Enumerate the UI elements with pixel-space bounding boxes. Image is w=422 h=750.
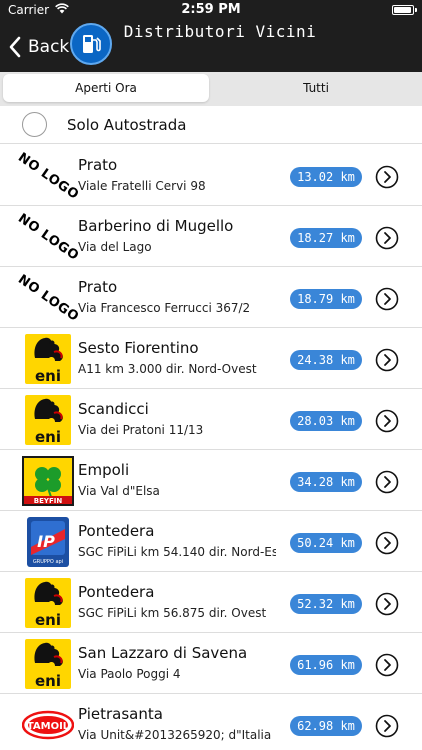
station-city: San Lazzaro di Savena	[78, 644, 248, 662]
station-city: Scandicci	[78, 400, 149, 418]
station-logo: NO LOGO	[15, 272, 81, 325]
no-logo-placeholder: NO LOGO	[14, 149, 82, 203]
station-row[interactable]: NO LOGO Prato Viale Fratelli Cervi 98 13.02…	[0, 146, 422, 206]
fuel-pump-icon	[70, 23, 112, 65]
svg-text:TAMOIL: TAMOIL	[27, 721, 70, 732]
station-row[interactable]: eni Pontedera SGC FiPiLi km 56.875 dir. Ov…	[0, 573, 422, 633]
eni-wordmark: eni	[35, 367, 61, 384]
chevron-right-circle-icon[interactable]	[375, 165, 399, 189]
station-row[interactable]: IP GRUPPO api Pontedera SGC FiPiLi km 54.14…	[0, 512, 422, 572]
distance-badge: 62.98 km	[290, 716, 362, 736]
station-logo: TAMOIL	[21, 699, 75, 750]
distance-badge: 50.24 km	[290, 533, 362, 553]
eni-logo: eni	[25, 578, 71, 628]
back-button[interactable]: Back	[8, 34, 69, 60]
clock: 2:59 PM	[181, 2, 241, 17]
station-city: Pontedera	[78, 583, 155, 601]
tab-tutti[interactable]: Tutti	[212, 74, 420, 102]
beyfin-logo: BEYFIN	[22, 456, 74, 506]
filter-label: Solo Autostrada	[67, 116, 187, 134]
station-row[interactable]: BEYFIN Empoli Via Val d"Elsa 34.28 km	[0, 451, 422, 511]
station-address: Via dei Pratoni 11/13	[78, 423, 204, 437]
station-logo: IP GRUPPO api	[21, 516, 75, 568]
autostrada-radio[interactable]	[22, 112, 47, 137]
distance-badge: 52.32 km	[290, 594, 362, 614]
station-address: Viale Fratelli Cervi 98	[78, 179, 206, 193]
chevron-right-circle-icon[interactable]	[375, 653, 399, 677]
station-row[interactable]: NO LOGO Prato Via Francesco Ferrucci 367/2…	[0, 268, 422, 328]
distance-badge: 34.28 km	[290, 472, 362, 492]
navigation-header: Carrier 2:59 PM Back Distributori Vicini	[0, 0, 422, 72]
station-city: Prato	[78, 278, 118, 296]
svg-text:IP: IP	[37, 532, 55, 551]
station-address: SGC FiPiLi km 56.875 dir. Ovest	[78, 606, 267, 620]
station-logo: NO LOGO	[15, 211, 81, 264]
station-row[interactable]: TAMOIL Pietrasanta Via Unit&#2013265920; d…	[0, 695, 422, 750]
distance-badge: 18.27 km	[290, 228, 362, 248]
station-logo: NO LOGO	[15, 150, 81, 203]
no-logo-placeholder: NO LOGO	[14, 210, 82, 264]
eni-logo: eni	[25, 395, 71, 445]
station-logo: eni	[21, 394, 75, 446]
station-row[interactable]: NO LOGO Barberino di Mugello Via del Lago 1…	[0, 207, 422, 267]
eni-wordmark: eni	[35, 428, 61, 445]
svg-text:GRUPPO api: GRUPPO api	[33, 559, 63, 565]
eni-wordmark: eni	[35, 672, 61, 689]
chevron-right-circle-icon[interactable]	[375, 470, 399, 494]
page-title: Distributori Vicini	[123, 22, 317, 41]
station-address: Via Val d"Elsa	[78, 484, 160, 498]
tamoil-logo: TAMOIL	[21, 710, 75, 740]
status-bar: Carrier 2:59 PM	[0, 0, 422, 20]
filter-row[interactable]: Solo Autostrada	[0, 108, 422, 144]
distance-badge: 61.96 km	[290, 655, 362, 675]
distance-badge: 13.02 km	[290, 167, 362, 187]
station-city: Sesto Fiorentino	[78, 339, 199, 357]
eni-logo: eni	[25, 639, 71, 689]
no-logo-placeholder: NO LOGO	[14, 271, 82, 325]
station-logo: eni	[21, 333, 75, 385]
station-address: Via Francesco Ferrucci 367/2	[78, 301, 251, 315]
chevron-right-circle-icon[interactable]	[375, 531, 399, 555]
chevron-right-circle-icon[interactable]	[375, 714, 399, 738]
station-city: Empoli	[78, 461, 130, 479]
station-row[interactable]: eni Sesto Fiorentino A11 km 3.000 dir. Nor…	[0, 329, 422, 389]
chevron-right-circle-icon[interactable]	[375, 409, 399, 433]
chevron-right-circle-icon[interactable]	[375, 226, 399, 250]
tab-aperti-ora[interactable]: Aperti Ora	[3, 74, 209, 102]
station-row[interactable]: eni Scandicci Via dei Pratoni 11/13 28.03 k…	[0, 390, 422, 450]
battery-icon	[392, 5, 417, 15]
station-city: Prato	[78, 156, 118, 174]
chevron-right-circle-icon[interactable]	[375, 592, 399, 616]
back-label: Back	[28, 37, 70, 57]
chevron-left-icon	[9, 36, 21, 58]
chevron-right-circle-icon[interactable]	[375, 287, 399, 311]
station-address: Via Paolo Poggi 4	[78, 667, 181, 681]
station-address: A11 km 3.000 dir. Nord-Ovest	[78, 362, 257, 376]
station-city: Barberino di Mugello	[78, 217, 234, 235]
station-city: Pontedera	[78, 522, 155, 540]
station-address: Via Unit&#2013265920; d"Italia 12	[78, 728, 276, 742]
chevron-right-circle-icon[interactable]	[375, 348, 399, 372]
segmented-control: Aperti Ora Tutti	[0, 72, 422, 106]
ip-logo: IP GRUPPO api	[27, 517, 69, 567]
distance-badge: 24.38 km	[290, 350, 362, 370]
distance-badge: 18.79 km	[290, 289, 362, 309]
svg-text:BEYFIN: BEYFIN	[34, 497, 63, 504]
eni-logo: eni	[25, 334, 71, 384]
station-row[interactable]: eni San Lazzaro di Savena Via Paolo Poggi …	[0, 634, 422, 694]
station-city: Pietrasanta	[78, 705, 163, 723]
station-logo: eni	[21, 638, 75, 690]
station-logo: BEYFIN	[21, 455, 75, 507]
station-address: Via del Lago	[78, 240, 152, 254]
distance-badge: 28.03 km	[290, 411, 362, 431]
station-logo: eni	[21, 577, 75, 629]
eni-wordmark: eni	[35, 611, 61, 628]
station-address: SGC FiPiLi km 54.140 dir. Nord-Est	[78, 545, 276, 559]
